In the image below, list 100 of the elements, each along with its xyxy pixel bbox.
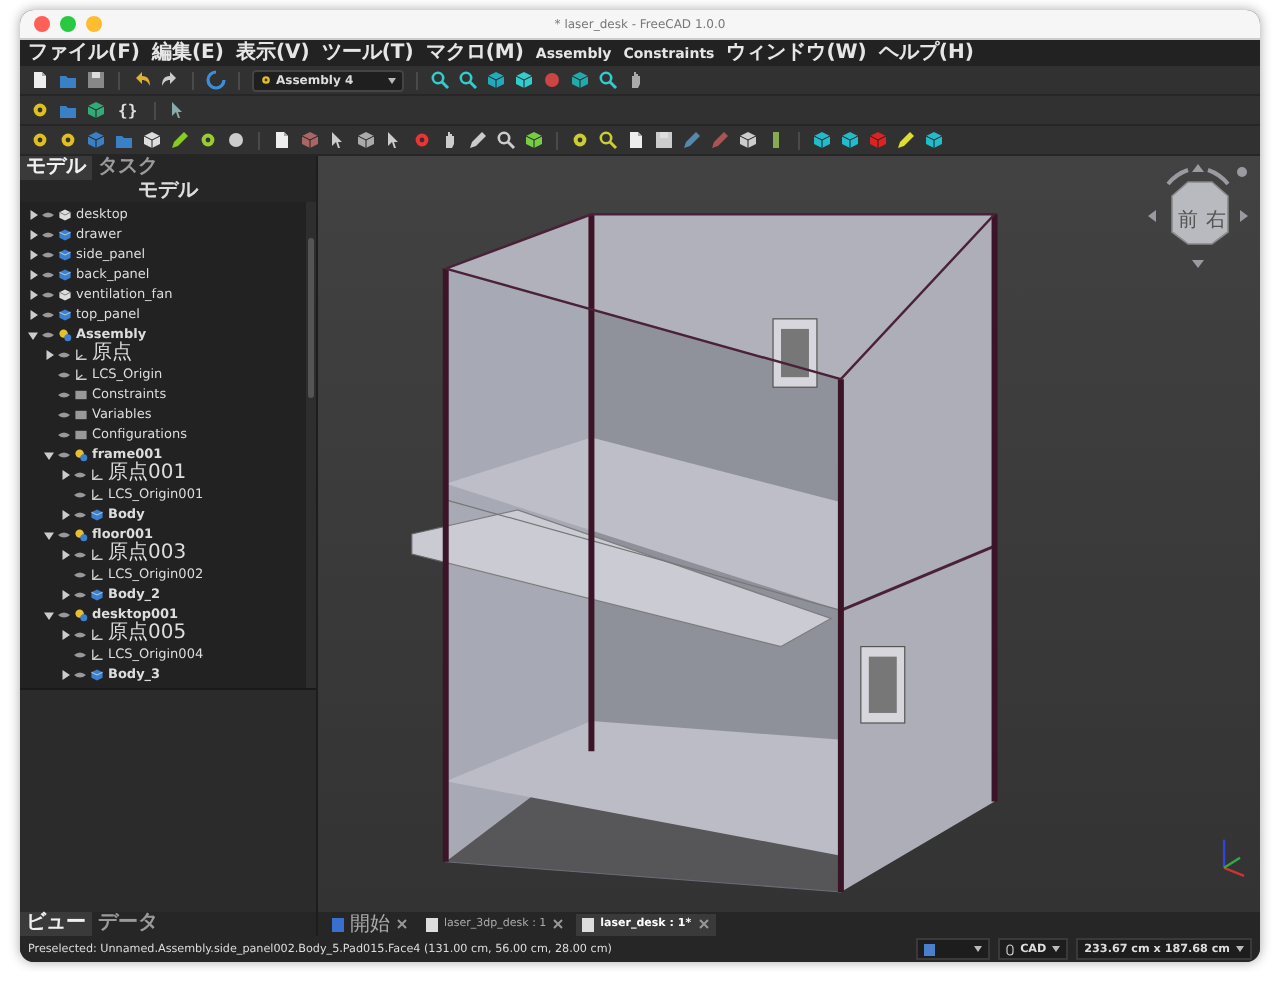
pencil-icon[interactable]	[468, 130, 488, 150]
cube-icon[interactable]	[812, 130, 832, 150]
collapsed-arrow-icon[interactable]	[28, 289, 38, 299]
menu-item[interactable]: ウィンドウ(W)	[726, 41, 867, 65]
pointer-icon[interactable]	[384, 130, 404, 150]
menu-item[interactable]: ヘルプ(H)	[878, 41, 974, 65]
expanded-arrow-icon[interactable]	[44, 609, 54, 619]
color-dropdown[interactable]	[916, 938, 991, 960]
axes-icon	[90, 547, 104, 561]
body-icon	[58, 247, 72, 261]
collapsed-arrow-icon[interactable]	[28, 269, 38, 279]
magnifier-icon[interactable]	[598, 70, 618, 90]
cube-icon[interactable]	[86, 100, 106, 120]
axes-icon	[90, 627, 104, 641]
collapsed-arrow-icon[interactable]	[44, 349, 54, 359]
document-icon	[426, 917, 438, 931]
close-icon[interactable]	[552, 918, 565, 930]
scrollbar[interactable]	[306, 202, 316, 688]
cube-icon[interactable]	[514, 70, 534, 90]
document-icon[interactable]	[626, 130, 646, 150]
axes-icon	[90, 567, 104, 581]
collapsed-arrow-icon[interactable]	[60, 509, 70, 519]
expanded-arrow-icon[interactable]	[44, 529, 54, 539]
menu-item[interactable]: マクロ(M)	[425, 41, 524, 65]
document-icon[interactable]	[30, 70, 50, 90]
cube-icon[interactable]	[142, 130, 162, 150]
body-icon	[58, 267, 72, 281]
panel-tab[interactable]: タスク	[92, 156, 164, 180]
cube-icon[interactable]	[924, 130, 944, 150]
document-tab[interactable]: 開始	[326, 913, 414, 935]
caret-icon	[388, 77, 396, 83]
assembly-icon	[58, 327, 72, 341]
axes-icon	[74, 347, 88, 361]
collapsed-arrow-icon[interactable]	[60, 669, 70, 679]
collapsed-arrow-icon[interactable]	[28, 309, 38, 319]
3d-viewport[interactable]: 前 右	[318, 156, 1260, 912]
magnifier-icon[interactable]	[430, 70, 450, 90]
tree-item-label: 原点005	[108, 624, 187, 644]
cube-icon[interactable]	[840, 130, 860, 150]
hand-icon[interactable]	[440, 130, 460, 150]
assembly-icon	[74, 607, 88, 621]
collapsed-arrow-icon[interactable]	[60, 589, 70, 599]
cube-icon[interactable]	[738, 130, 758, 150]
body-icon	[58, 227, 72, 241]
menu-item[interactable]: 編集(E)	[151, 41, 224, 65]
assembly-icon	[74, 447, 88, 461]
close-button[interactable]	[34, 16, 50, 32]
cube-face-label: 前	[1178, 210, 1198, 232]
caret-icon	[1236, 946, 1244, 952]
folder-icon[interactable]	[114, 130, 134, 150]
ball-icon[interactable]	[226, 130, 246, 150]
undo-icon[interactable]	[132, 70, 152, 90]
collapsed-arrow-icon[interactable]	[60, 549, 70, 559]
assembly-icon	[74, 527, 88, 541]
navigation-arrows-drawing[interactable]	[1148, 164, 1248, 268]
pencil-icon[interactable]	[896, 130, 916, 150]
body-icon	[90, 507, 104, 521]
menu-item[interactable]: 表示(V)	[235, 41, 310, 65]
magnifier-icon[interactable]	[496, 130, 516, 150]
part-icon	[58, 207, 72, 221]
axes-icon	[74, 367, 88, 381]
navigation-cube[interactable]	[1171, 181, 1229, 245]
panel-tab[interactable]: ビュー	[20, 912, 92, 936]
cube-icon[interactable]	[356, 130, 376, 150]
menu-item[interactable]: ファイル(F)	[28, 41, 140, 65]
pointer-icon[interactable]	[167, 100, 188, 120]
collapsed-arrow-icon[interactable]	[28, 249, 38, 259]
expanded-arrow-icon[interactable]	[44, 449, 54, 459]
cube-icon[interactable]	[570, 70, 590, 90]
close-icon[interactable]	[396, 918, 408, 930]
tree-item-label: 原点003	[108, 544, 187, 564]
tree-item[interactable]: 原点005	[20, 624, 306, 644]
close-icon[interactable]	[697, 918, 710, 930]
panel-tab[interactable]: データ	[92, 912, 164, 936]
tree-item-label: 原点	[92, 344, 132, 364]
axes-icon	[90, 467, 104, 481]
cube-icon[interactable]	[486, 70, 506, 90]
menu-item[interactable]: ツール(T)	[321, 41, 414, 65]
collapsed-arrow-icon[interactable]	[60, 469, 70, 479]
body-icon	[90, 667, 104, 681]
document-icon[interactable]	[272, 130, 292, 150]
collapsed-arrow-icon[interactable]	[28, 209, 38, 219]
pointer-icon[interactable]	[328, 130, 348, 150]
tree-item[interactable]: 原点001	[20, 464, 306, 484]
tree-item[interactable]: 原点003	[20, 544, 306, 564]
tree-item[interactable]: 原点	[20, 344, 306, 364]
caret-icon	[1052, 946, 1061, 952]
collapsed-arrow-icon[interactable]	[28, 229, 38, 239]
hand-icon[interactable]	[626, 70, 646, 90]
expanded-arrow-icon[interactable]	[28, 329, 38, 339]
axis-triad-icon	[1222, 839, 1245, 877]
magnifier-icon[interactable]	[598, 130, 618, 150]
refresh-icon[interactable]	[206, 70, 226, 90]
macro-button[interactable]: {}	[114, 101, 142, 119]
redo-icon[interactable]	[160, 70, 180, 90]
pencil-icon[interactable]	[170, 130, 190, 150]
panel-tab[interactable]: モデル	[20, 156, 92, 180]
magnifier-icon[interactable]	[458, 70, 478, 90]
collapsed-arrow-icon[interactable]	[60, 629, 70, 639]
cube-icon[interactable]	[524, 130, 544, 150]
